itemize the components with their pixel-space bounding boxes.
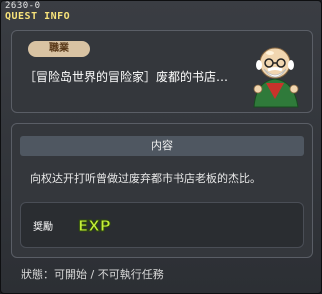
reward-label: 奨勵 bbox=[33, 222, 53, 233]
exp-text: EXP bbox=[78, 217, 111, 235]
quest-id: 2630-0 bbox=[5, 1, 41, 11]
window-title: QUEST INFO bbox=[5, 11, 71, 22]
quest-summary-panel: 職業 ［冒险岛世界的冒险家］废都的书店… bbox=[11, 30, 313, 113]
quest-title: ［冒险岛世界的冒险家］废都的书店… bbox=[24, 70, 229, 84]
quest-info-window: 2630-0 QUEST INFO 職業 ［冒险岛世界的冒险家］废都的书店… 内… bbox=[0, 0, 322, 294]
quest-content-panel: 内容 向权达开打听曾做过废弃都市书店老板的杰比。 奨勵 EXP bbox=[11, 123, 313, 258]
exp-reward-icon: EXP bbox=[78, 217, 112, 236]
job-tag: 職業 bbox=[28, 41, 90, 57]
quest-description: 向权达开打听曾做过废弃都市书店老板的杰比。 bbox=[30, 172, 261, 185]
npc-portrait-icon bbox=[253, 47, 299, 108]
reward-box: 奨勵 EXP bbox=[20, 202, 304, 248]
quest-status: 狀態：可開始 / 不可執行任務 bbox=[21, 268, 164, 281]
content-header: 内容 bbox=[20, 136, 304, 156]
